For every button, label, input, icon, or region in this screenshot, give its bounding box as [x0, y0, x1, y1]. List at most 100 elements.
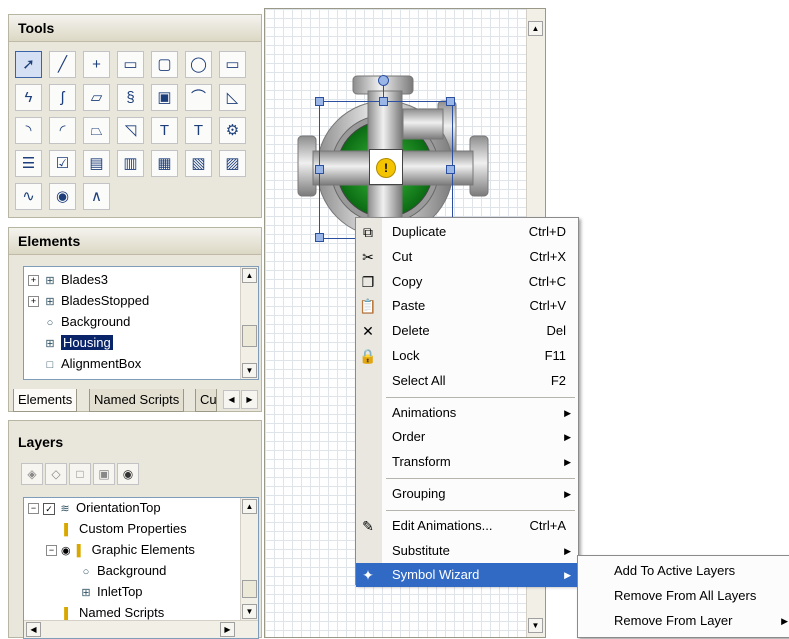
arrow-pointer-icon[interactable]: ➚ — [15, 51, 42, 78]
scroll-up-icon[interactable]: ▲ — [242, 499, 257, 514]
scroll-thumb[interactable] — [242, 325, 257, 347]
tree-item[interactable]: + ⊞ BladesStopped — [28, 291, 149, 311]
arc-tool-icon[interactable]: ⌒ — [185, 84, 212, 111]
image-tool-icon[interactable]: ▣ — [151, 84, 178, 111]
resize-handle[interactable] — [446, 165, 455, 174]
closed-curve-tool-icon[interactable]: § — [117, 84, 144, 111]
elements-panel: Elements + ⊞ Blades3 + ⊞ BladesStopped ○ Backgr… — [8, 227, 262, 412]
menu-item-lock[interactable]: 🔒 Lock F11 — [356, 344, 578, 368]
rounded-rectangle-tool-icon[interactable]: ▢ — [151, 51, 178, 78]
tab-named-scripts[interactable]: Named Scripts — [89, 389, 185, 412]
list-tool-icon[interactable]: ☰ — [15, 150, 42, 177]
menu-item-cut[interactable]: ✂ Cut Ctrl+X — [356, 245, 578, 269]
layer-tree-item[interactable]: ⊞ InletTop — [64, 582, 142, 602]
scroll-up-icon[interactable]: ▲ — [528, 21, 543, 36]
raised-rectangle-tool-icon[interactable]: ▭ — [219, 51, 246, 78]
pie-tool-icon[interactable]: ◺ — [219, 84, 246, 111]
listbox-tool-icon[interactable]: ▨ — [219, 150, 246, 177]
layer-properties-icon[interactable]: ▣ — [93, 463, 115, 485]
elements-tree[interactable]: + ⊞ Blades3 + ⊞ BladesStopped ○ Background ⊞ Hous… — [23, 266, 259, 380]
layer-tree-item[interactable]: ○ Background — [64, 561, 167, 581]
text-tool-icon[interactable]: T — [151, 117, 178, 144]
edit-box-tool-icon[interactable]: ▤ — [83, 150, 110, 177]
pipe-tool-icon[interactable]: ∿ — [15, 183, 42, 210]
add-layer-icon[interactable]: ◈ — [21, 463, 43, 485]
menu-item-select-all[interactable]: Select All F2 — [356, 369, 578, 393]
scroll-up-icon[interactable]: ▲ — [242, 268, 257, 283]
eye-icon[interactable]: ◉ — [117, 463, 139, 485]
menu-item-substitute[interactable]: Substitute ▶ — [356, 539, 578, 563]
menu-item-grouping[interactable]: Grouping ▶ — [356, 482, 578, 506]
layer-tree-item[interactable]: − ✓ ≋ OrientationTop — [28, 498, 161, 518]
scroll-right-icon[interactable]: ▶ — [220, 622, 235, 637]
submenu-item-remove-from-all-layers[interactable]: Remove From All Layers — [578, 584, 789, 608]
submenu-item-remove-from-layer[interactable]: Remove From Layer ▶ — [578, 609, 789, 633]
ellipse-tool-icon[interactable]: ◯ — [185, 51, 212, 78]
arc2-tool-icon[interactable]: ◝ — [15, 117, 42, 144]
scroll-down-icon[interactable]: ▼ — [242, 363, 257, 378]
datetime-tool-icon[interactable]: ▧ — [185, 150, 212, 177]
expand-toggle-icon[interactable]: + — [28, 296, 39, 308]
expand-toggle-icon[interactable]: + — [28, 275, 39, 287]
menu-item-order[interactable]: Order ▶ — [356, 425, 578, 449]
tree-item[interactable]: □ AlignmentBox — [28, 354, 142, 374]
trend-tool-icon[interactable]: ∧ — [83, 183, 110, 210]
wedge-tool-icon[interactable]: ◹ — [117, 117, 144, 144]
tab-scroll-right-icon[interactable]: ▶ — [241, 390, 258, 409]
menu-item-edit-animations[interactable]: ✎ Edit Animations... Ctrl+A — [356, 514, 578, 538]
chord-tool-icon[interactable]: ◜ — [49, 117, 76, 144]
layers-scrollbar[interactable]: ▲ ▼ — [240, 498, 258, 620]
tree-item[interactable]: ⊞ Housing — [28, 333, 113, 353]
remove-layer-icon[interactable]: ◇ — [45, 463, 67, 485]
combo-box-tool-icon[interactable]: ▥ — [117, 150, 144, 177]
menu-item-delete[interactable]: ✕ Delete Del — [356, 319, 578, 343]
elements-scrollbar[interactable]: ▲ ▼ — [240, 267, 258, 379]
line-tool-icon[interactable]: ╱ — [49, 51, 76, 78]
new-layer-icon[interactable]: □ — [69, 463, 91, 485]
calendar-tool-icon[interactable]: ▦ — [151, 150, 178, 177]
menu-item-animations[interactable]: Animations ▶ — [356, 401, 578, 425]
menu-item-transform[interactable]: Transform ▶ — [356, 450, 578, 474]
layers-tree[interactable]: − ✓ ≋ OrientationTop ▌ Custom Properties − ◉ ▌ Gr… — [23, 497, 259, 639]
menu-item-label: Select All — [392, 372, 446, 388]
menu-item-copy[interactable]: ❐ Copy Ctrl+C — [356, 270, 578, 294]
cross-tool-icon[interactable]: + — [83, 51, 110, 78]
resize-handle[interactable] — [315, 97, 324, 106]
tab-elements[interactable]: Elements — [13, 389, 78, 412]
resize-handle[interactable] — [315, 165, 324, 174]
tree-item[interactable]: + ⊞ Blades3 — [28, 270, 108, 290]
tree-item[interactable]: ○ Background — [28, 312, 131, 332]
scroll-down-icon[interactable]: ▼ — [528, 618, 543, 633]
polygon2-tool-icon[interactable]: ⏢ — [83, 117, 110, 144]
menu-item-paste[interactable]: 📋 Paste Ctrl+V — [356, 294, 578, 318]
menu-item-duplicate[interactable]: ⧉ Duplicate Ctrl+D — [356, 220, 578, 244]
eye-icon[interactable]: ◉ — [61, 545, 71, 557]
checkbox-tool-icon[interactable]: ☑ — [49, 150, 76, 177]
polyline-tool-icon[interactable]: ϟ — [15, 84, 42, 111]
gauge-tool-icon[interactable]: ◉ — [49, 183, 76, 210]
menu-item-symbol-wizard[interactable]: ✦ Symbol Wizard ▶ — [356, 563, 578, 588]
expand-toggle-icon[interactable]: − — [28, 503, 39, 515]
resize-handle[interactable] — [379, 97, 388, 106]
menu-item-label: Lock — [392, 348, 420, 363]
layer-tree-item[interactable]: ▌ Custom Properties — [46, 519, 187, 539]
embedded-symbol-tool-icon[interactable]: ⚙ — [219, 117, 246, 144]
symbol-wizard-submenu: Add To Active Layers Remove From All Laye… — [577, 555, 789, 638]
submenu-item-add-to-active-layers[interactable]: Add To Active Layers — [578, 559, 789, 583]
tab-scroll-left-icon[interactable]: ◀ — [223, 390, 240, 409]
curve-tool-icon[interactable]: ʃ — [49, 84, 76, 111]
polygon-tool-icon[interactable]: ▱ — [83, 84, 110, 111]
resize-handle[interactable] — [315, 233, 324, 242]
layer-tree-item[interactable]: − ◉ ▌ Graphic Elements — [46, 540, 195, 560]
resize-handle[interactable] — [446, 97, 455, 106]
layer-checkbox-icon[interactable]: ✓ — [43, 502, 55, 515]
text-box-tool-icon[interactable]: T — [185, 117, 212, 144]
rectangle-tool-icon[interactable]: ▭ — [117, 51, 144, 78]
scroll-thumb[interactable] — [242, 580, 257, 598]
scroll-down-icon[interactable]: ▼ — [242, 604, 257, 619]
scroll-left-icon[interactable]: ◀ — [26, 622, 41, 637]
tab-custom[interactable]: Cus — [195, 389, 217, 412]
layers-hscrollbar[interactable]: ◀ ▶ — [24, 620, 258, 638]
rotation-handle[interactable] — [378, 75, 389, 86]
expand-toggle-icon[interactable]: − — [46, 545, 57, 557]
